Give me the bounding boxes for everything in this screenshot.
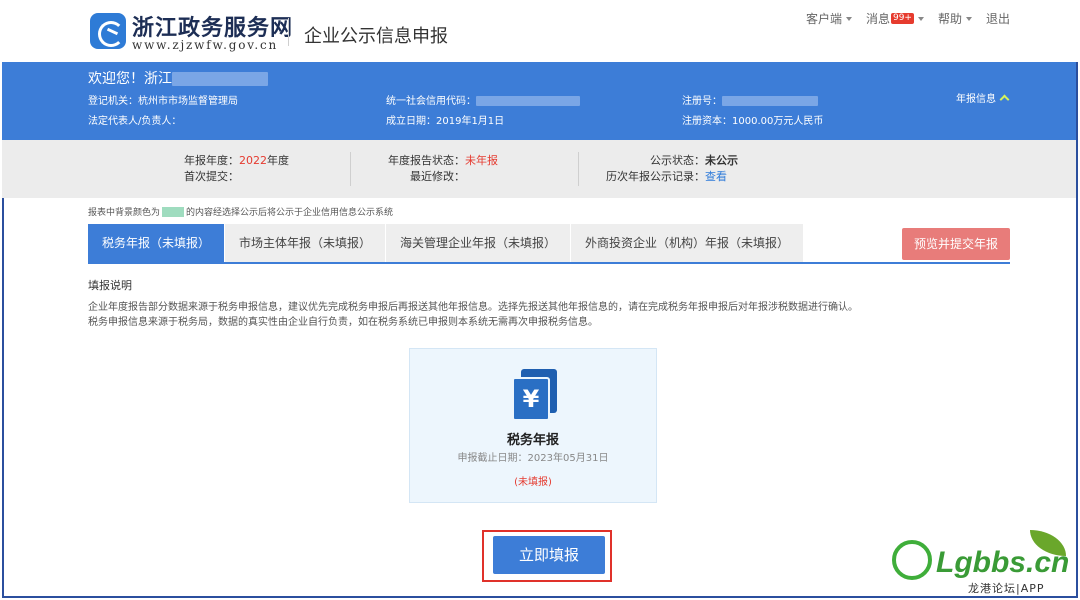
- history-records: 历次年报公示记录：查看: [606, 168, 727, 184]
- instructions-line-1: 企业年度报告部分数据来源于税务申报信息，建议优先完成税务申报后再报送其他年报信息…: [88, 302, 858, 313]
- tabs-underline: [88, 262, 1010, 264]
- instructions-title: 填报说明: [88, 279, 132, 292]
- report-tabs: 税务年报（未填报） 市场主体年报（未填报） 海关管理企业年报（未填报） 外商投资…: [88, 224, 805, 262]
- welcome-text: 欢迎您！浙江: [88, 71, 172, 87]
- report-status-bar: 年报年度：2022年度 首次提交： 年度报告状态：未年报 最近修改： 公示状态：…: [2, 140, 1076, 198]
- report-year-label: 年报年度：: [184, 154, 239, 167]
- credit-code-label: 统一社会信用代码：: [386, 96, 476, 107]
- status-divider: [350, 152, 351, 186]
- notice-prefix: 报表中背景颜色为: [88, 208, 161, 218]
- public-status-label: 公示状态：: [650, 154, 705, 167]
- report-status: 年度报告状态：未年报: [388, 152, 498, 168]
- fill-now-button[interactable]: 立即填报: [493, 536, 605, 574]
- lgbbs-logo-icon: [892, 540, 932, 580]
- header-divider: [288, 18, 289, 46]
- public-status-value: 未公示: [705, 154, 738, 167]
- watermark-subtext: 龙港论坛|APP: [968, 582, 1045, 595]
- welcome-line: 欢迎您！浙江: [88, 68, 268, 88]
- year-info-toggle[interactable]: 年报信息: [956, 90, 1010, 105]
- logout-link[interactable]: 退出: [986, 10, 1010, 27]
- client-menu[interactable]: 客户端: [806, 10, 852, 27]
- notice-color-swatch: [162, 206, 185, 217]
- card-status: (未填报): [514, 477, 552, 488]
- help-menu[interactable]: 帮助: [938, 10, 972, 27]
- first-submit: 首次提交：: [184, 170, 239, 183]
- watermark-text: Lgbbs.cn: [936, 546, 1070, 579]
- last-modified: 最近修改：: [410, 170, 465, 183]
- site-url: www.zjzwfw.gov.cn: [132, 38, 279, 52]
- card-title: 税务年报: [506, 433, 559, 448]
- history-label: 历次年报公示记录：: [606, 170, 705, 183]
- tab-foreign-investment-report[interactable]: 外商投资企业（机构）年报（未填报）: [571, 224, 805, 262]
- report-status-label: 年度报告状态：: [388, 154, 465, 167]
- zjzwfw-logo-icon[interactable]: [90, 13, 126, 49]
- notice-suffix: 的内容经选择公示后将公示于企业信用信息公示系统: [186, 208, 394, 218]
- legal-representative: 法定代表人/负责人：: [88, 116, 182, 127]
- app-title: 企业公示信息申报: [304, 26, 448, 47]
- registered-capital: 注册资本：1000.00万元人民币: [682, 116, 824, 127]
- lgbbs-watermark: Lgbbs.cn 龙港论坛|APP: [886, 526, 1076, 596]
- report-year-value: 2022: [239, 154, 267, 167]
- chevron-down-icon: [965, 16, 972, 21]
- public-status: 公示状态：未公示: [650, 152, 738, 168]
- redacted-reg-no: [722, 96, 818, 106]
- tab-market-entity-report[interactable]: 市场主体年报（未填报）: [225, 224, 387, 262]
- report-year-suffix: 年度: [267, 154, 289, 167]
- company-info-banner: 欢迎您！浙江 登记机关：杭州市市场监督管理局 法定代表人/负责人： 统一社会信用…: [2, 62, 1076, 140]
- redacted-company-name: [172, 72, 268, 86]
- established-date: 成立日期：2019年1月1日: [386, 116, 505, 127]
- yen-document-icon: ¥: [510, 369, 560, 421]
- yen-symbol-icon: ¥: [512, 377, 550, 421]
- client-label: 客户端: [805, 12, 842, 26]
- registration-number: 注册号：: [682, 92, 818, 107]
- chevron-up-icon: [999, 94, 1010, 104]
- tab-tax-report[interactable]: 税务年报（未填报）: [88, 224, 226, 262]
- history-view-link[interactable]: 查看: [705, 170, 727, 183]
- chevron-down-icon: [845, 16, 852, 21]
- messages-label: 消息: [865, 12, 890, 26]
- year-info-label: 年报信息: [956, 94, 996, 105]
- message-count-badge: 99+: [890, 13, 914, 24]
- help-label: 帮助: [937, 12, 962, 26]
- preview-submit-button[interactable]: 预览并提交年报: [902, 228, 1010, 260]
- top-nav: 客户端 消息 99+ 帮助 退出: [792, 10, 1010, 27]
- top-header: 浙江政务服务网 www.zjzwfw.gov.cn 企业公示信息申报 客户端 消…: [0, 0, 1080, 62]
- color-notice: 报表中背景颜色为 的内容经选择公示后将公示于企业信用信息公示系统: [88, 205, 393, 218]
- tab-customs-report[interactable]: 海关管理企业年报（未填报）: [386, 224, 572, 262]
- reg-no-label: 注册号：: [682, 96, 722, 107]
- redacted-credit-code: [476, 96, 580, 106]
- instructions-line-2: 税务申报信息来源于税务局，数据的真实性由企业自行负责，如在税务系统已申报则本系统…: [88, 317, 598, 328]
- card-deadline: 申报截止日期：2023年05月31日: [457, 453, 609, 464]
- credit-code: 统一社会信用代码：: [386, 92, 580, 107]
- messages-menu[interactable]: 消息 99+: [866, 10, 924, 27]
- status-divider: [578, 152, 579, 186]
- report-status-value: 未年报: [465, 154, 498, 167]
- tax-report-card[interactable]: ¥ 税务年报 申报截止日期：2023年05月31日 (未填报): [409, 348, 657, 503]
- chevron-down-icon: [917, 16, 924, 21]
- registration-authority: 登记机关：杭州市市场监督管理局: [88, 96, 238, 107]
- report-year: 年报年度：2022年度: [184, 152, 289, 168]
